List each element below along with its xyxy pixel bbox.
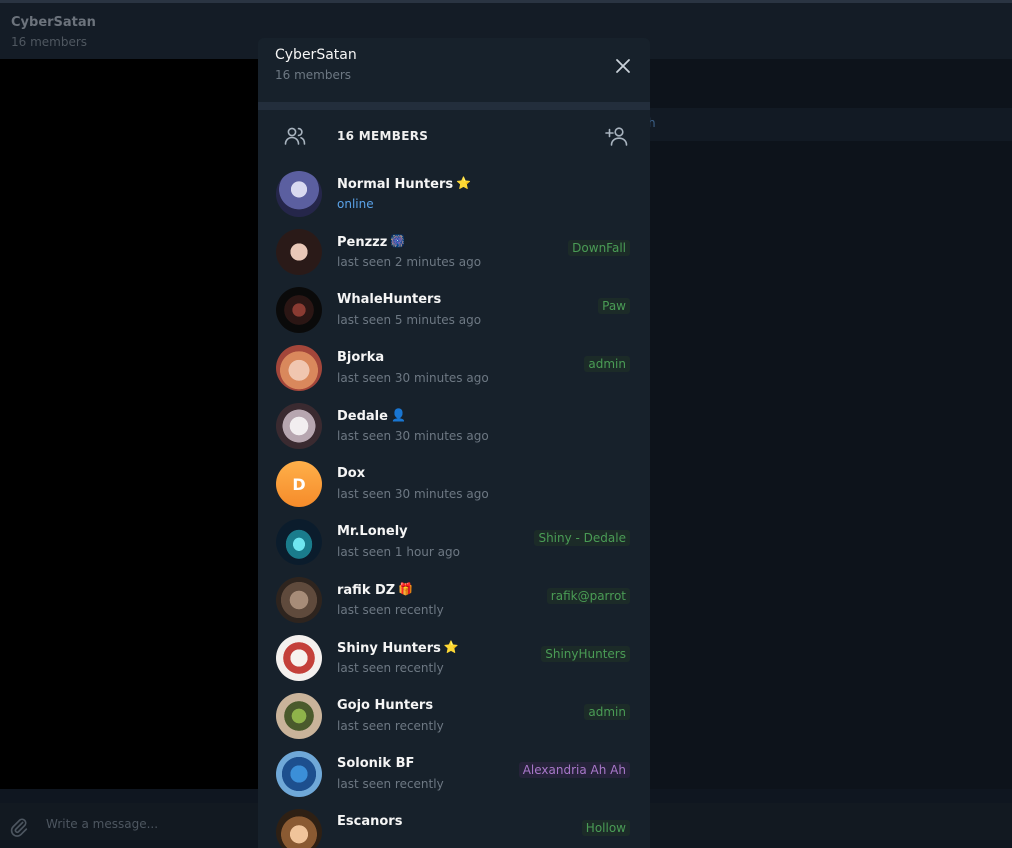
member-status: last seen 30 minutes ago xyxy=(337,371,489,385)
member-row[interactable]: Bjorka last seen 30 minutes ago admin xyxy=(258,340,650,398)
member-list: Normal Hunters ⭐ online Penzzz 🎆 last seen… xyxy=(258,166,650,848)
members-icon xyxy=(284,127,306,145)
member-tag: rafik@parrot xyxy=(546,588,630,604)
avatar xyxy=(276,287,322,333)
member-status: last seen recently xyxy=(337,661,444,675)
avatar xyxy=(276,577,322,623)
member-row[interactable]: D Dox last seen 30 minutes ago xyxy=(258,456,650,514)
avatar xyxy=(276,229,322,275)
group-info-modal: CyberSatan 16 members 16 MEMBERS Normal … xyxy=(258,38,650,848)
member-tag: Paw xyxy=(598,298,630,314)
member-tag: ShinyHunters xyxy=(541,646,630,662)
avatar xyxy=(276,751,322,797)
member-status: last seen 5 minutes ago xyxy=(337,313,482,327)
member-status: last seen 30 minutes ago xyxy=(337,487,489,501)
avatar xyxy=(276,809,322,848)
modal-subtitle: 16 members xyxy=(275,68,352,82)
member-status: last seen recently xyxy=(337,603,444,617)
attach-icon[interactable] xyxy=(8,816,30,838)
member-row[interactable]: rafik DZ 🎁 last seen recently rafik@parro… xyxy=(258,572,650,630)
member-status: last seen recently xyxy=(337,719,444,733)
member-name: Normal Hunters xyxy=(337,177,454,192)
avatar: D xyxy=(276,461,322,507)
member-status: last seen 30 minutes ago xyxy=(337,429,489,443)
member-name: Escanors xyxy=(337,814,403,829)
member-status: online xyxy=(337,197,374,211)
members-section-header: 16 MEMBERS xyxy=(258,118,650,154)
avatar xyxy=(276,635,322,681)
chat-subtitle: 16 members xyxy=(11,35,88,49)
member-status: last seen 2 minutes ago xyxy=(337,255,482,269)
member-row[interactable]: Escanors Hollow xyxy=(258,804,650,848)
modal-header: CyberSatan 16 members xyxy=(258,38,650,98)
star-icon: ⭐ xyxy=(456,176,472,190)
member-tag: Shiny - Dedale xyxy=(534,530,630,546)
member-name: Penzzz xyxy=(337,235,388,250)
avatar xyxy=(276,403,322,449)
fireworks-icon: 🎆 xyxy=(390,234,406,248)
member-tag: admin xyxy=(584,704,630,720)
member-tag: DownFall xyxy=(568,240,630,256)
star-icon: ⭐ xyxy=(443,640,459,654)
member-name: Solonik BF xyxy=(337,756,415,771)
member-name: Shiny Hunters xyxy=(337,641,441,656)
gift-icon: 🎁 xyxy=(398,582,414,596)
member-name: Dedale xyxy=(337,409,388,424)
message-input[interactable]: Write a message... xyxy=(46,817,158,831)
members-count-label: 16 MEMBERS xyxy=(337,129,429,143)
member-row[interactable]: Dedale 👤 last seen 30 minutes ago xyxy=(258,398,650,456)
close-icon[interactable] xyxy=(612,55,634,77)
member-name: Bjorka xyxy=(337,350,385,365)
avatar xyxy=(276,171,322,217)
pinned-bar[interactable] xyxy=(650,108,1012,141)
member-name: Gojo Hunters xyxy=(337,698,434,713)
hooded-figure-icon: 👤 xyxy=(390,408,406,422)
member-tag: Alexandria Ah Ah xyxy=(518,762,630,778)
member-status: last seen 1 hour ago xyxy=(337,545,460,559)
member-row[interactable]: WhaleHunters last seen 5 minutes ago Paw xyxy=(258,282,650,340)
media-preview xyxy=(0,59,260,789)
avatar-initial: D xyxy=(292,474,306,494)
member-tag: admin xyxy=(584,356,630,372)
avatar xyxy=(276,345,322,391)
modal-title: CyberSatan xyxy=(275,47,357,63)
member-row[interactable]: Mr.Lonely last seen 1 hour ago Shiny - D… xyxy=(258,514,650,572)
member-name: Dox xyxy=(337,466,366,481)
member-row[interactable]: Gojo Hunters last seen recently admin xyxy=(258,688,650,746)
member-name: rafik DZ xyxy=(337,583,396,598)
member-row[interactable]: Shiny Hunters ⭐ last seen recently ShinyH… xyxy=(258,630,650,688)
member-name: WhaleHunters xyxy=(337,292,442,307)
member-row[interactable]: Normal Hunters ⭐ online xyxy=(258,166,650,224)
member-name: Mr.Lonely xyxy=(337,524,408,539)
avatar xyxy=(276,693,322,739)
chat-title[interactable]: CyberSatan xyxy=(11,15,96,30)
member-status: last seen recently xyxy=(337,777,444,791)
member-row[interactable]: Solonik BF last seen recently Alexandria… xyxy=(258,746,650,804)
add-member-icon[interactable] xyxy=(604,124,630,148)
avatar xyxy=(276,519,322,565)
chat-area xyxy=(650,59,1012,789)
member-tag: Hollow xyxy=(581,820,630,836)
section-divider xyxy=(258,102,650,110)
member-row[interactable]: Penzzz 🎆 last seen 2 minutes ago DownFall xyxy=(258,224,650,282)
